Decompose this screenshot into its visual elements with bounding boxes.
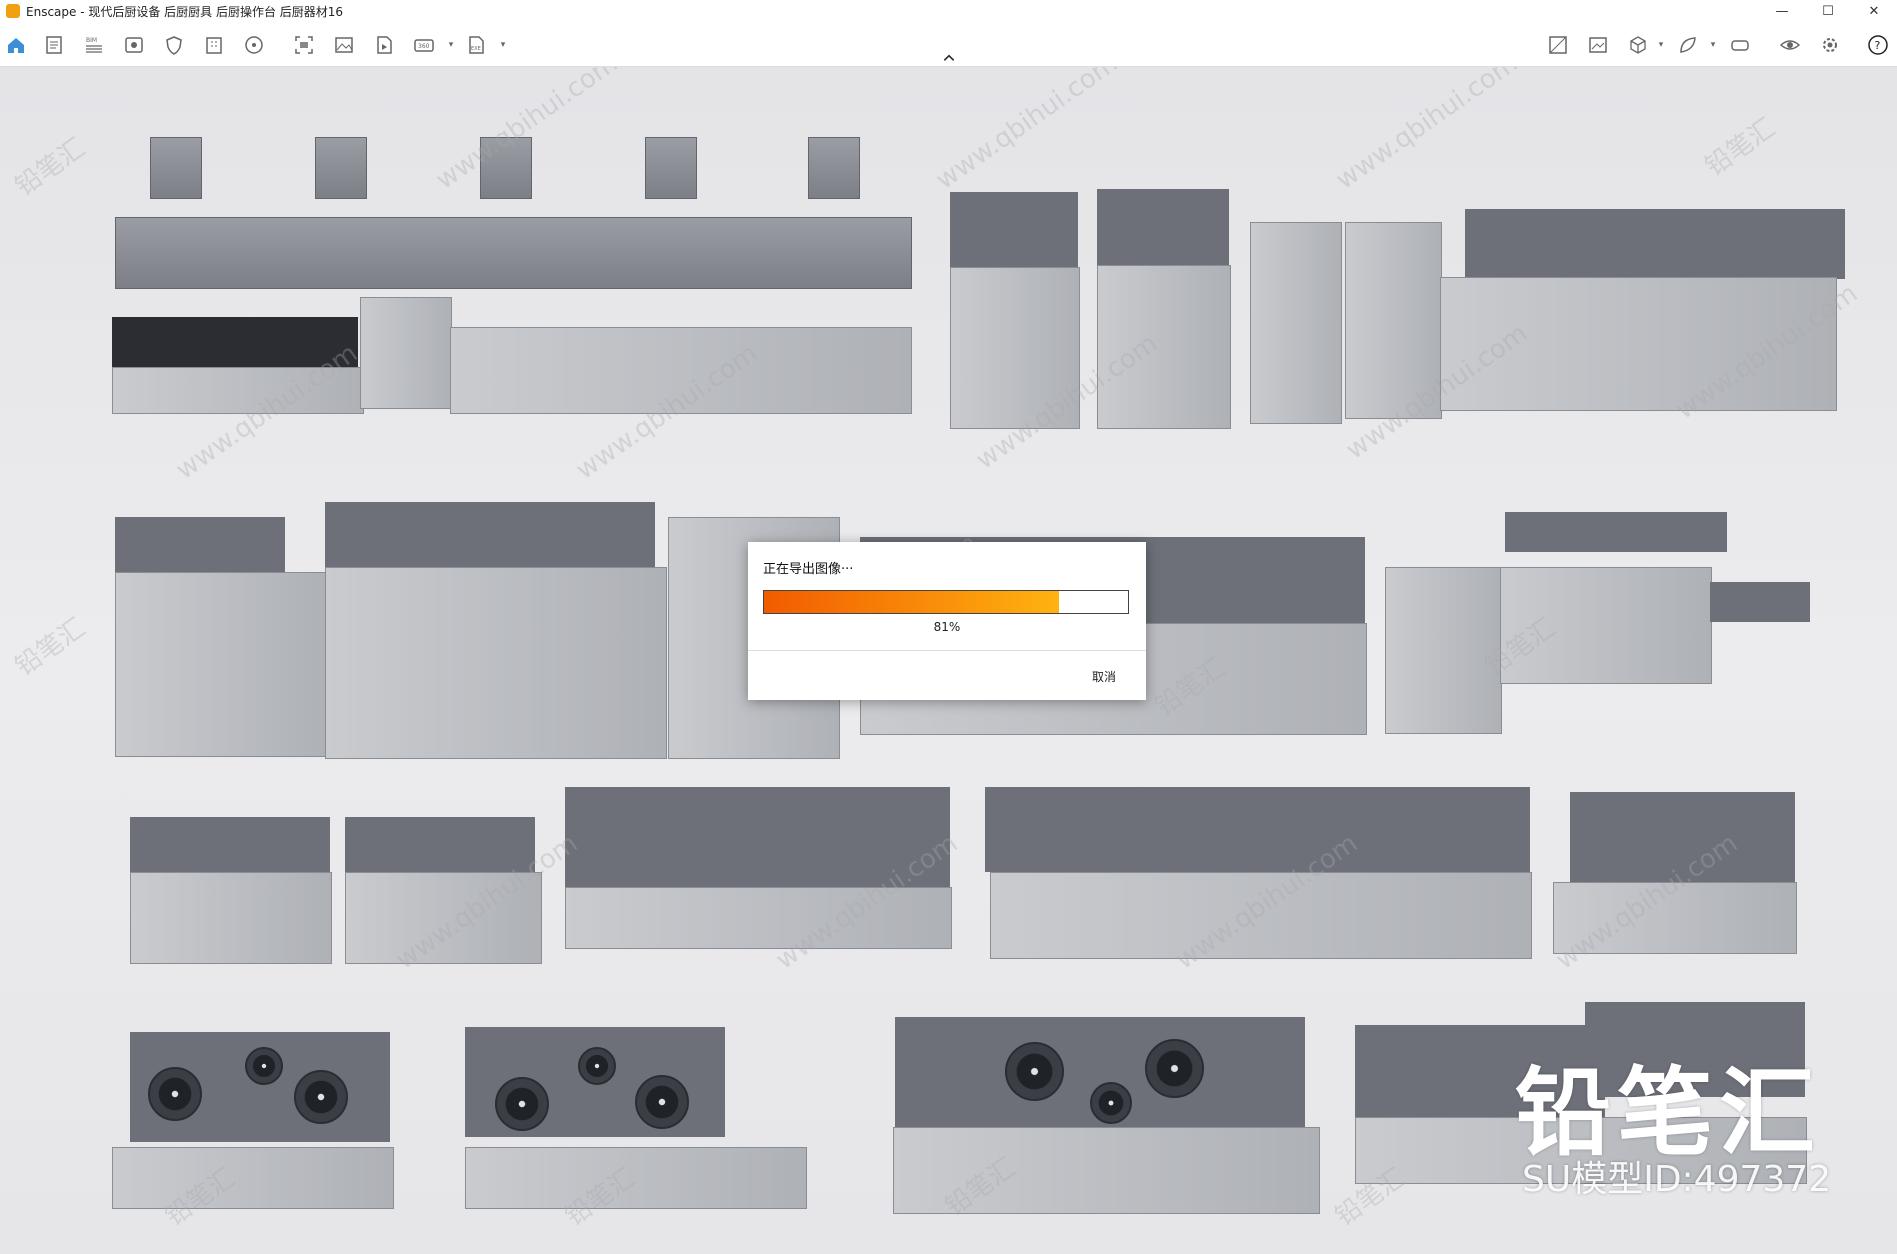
gas-burner (245, 1047, 283, 1085)
stock-pot-stand (360, 297, 452, 409)
exe-export-icon[interactable]: EXE (464, 34, 488, 56)
exhaust-duct (315, 137, 367, 199)
view-icon[interactable] (122, 34, 146, 56)
svg-text:BIM: BIM (86, 37, 97, 44)
video-icon[interactable] (372, 34, 396, 56)
food-warmer-counter (450, 327, 912, 414)
watermark-model-id: SU模型ID:497372 (1522, 1159, 1832, 1200)
title-bar: Enscape - 现代后厨设备 后厨厨具 后厨操作台 后厨器材16 — ☐ ✕ (0, 0, 1897, 22)
enscape-logo-icon (6, 4, 20, 18)
heated-cabinet (990, 872, 1532, 959)
work-table-frame (565, 887, 952, 949)
proofer-cabinet (1250, 222, 1342, 424)
chevron-down-icon[interactable]: ▾ (1708, 34, 1718, 56)
help-icon[interactable]: ? (1866, 34, 1890, 56)
screenshot-icon[interactable] (1586, 34, 1610, 56)
svg-text:?: ? (1875, 39, 1881, 52)
cooking-line-cabinet (112, 367, 364, 414)
building-icon[interactable] (202, 34, 226, 56)
watermark-text: 铅笔汇 (1699, 112, 1781, 183)
wok-burner (1005, 1042, 1064, 1101)
dish-rack-table (345, 872, 542, 964)
leaf-icon[interactable] (1676, 34, 1700, 56)
window-title: Enscape - 现代后厨设备 后厨厨具 后厨操作台 后厨器材16 (26, 4, 344, 19)
chevron-down-icon[interactable]: ▾ (1656, 34, 1666, 56)
export-progress-fill (764, 591, 1059, 613)
combi-oven-top (325, 502, 655, 572)
bim-icon[interactable]: BIM (82, 34, 106, 56)
export-progress-dialog: 正在导出图像··· 81% 取消 (748, 542, 1146, 700)
gas-burner (578, 1047, 616, 1085)
double-door-refrigerator (115, 572, 327, 757)
gas-burner (148, 1067, 202, 1121)
deck-oven (950, 267, 1080, 429)
chevron-down-icon[interactable]: ▾ (446, 34, 456, 56)
cancel-button[interactable]: 取消 (1092, 668, 1116, 685)
watermark-text: 铅笔汇 (9, 612, 91, 683)
oven-top (1097, 189, 1229, 269)
exhaust-duct (480, 137, 532, 199)
fridge-top (115, 517, 285, 577)
eye-icon[interactable] (1778, 34, 1802, 56)
wok-range-base (893, 1127, 1320, 1214)
shield-icon[interactable] (162, 34, 186, 56)
range-hood (115, 217, 912, 289)
export-progress-percent: 81% (933, 620, 961, 634)
work-table-top (345, 817, 535, 872)
export-progress-bar (763, 590, 1129, 614)
watermark-text: www.qbihui.com (930, 67, 1124, 196)
image-icon[interactable] (332, 34, 356, 56)
steamer-top (1465, 209, 1845, 279)
map-icon[interactable] (1546, 34, 1570, 56)
vr-headset-icon[interactable] (1728, 34, 1752, 56)
document-icon[interactable] (42, 34, 66, 56)
export-status-label: 正在导出图像··· (763, 562, 854, 577)
work-table-top (565, 787, 950, 887)
fryer-top (1570, 792, 1795, 887)
deep-fryer (1553, 882, 1797, 954)
overshelf (1505, 512, 1727, 552)
deck-oven (1097, 265, 1231, 429)
panorama-360-icon[interactable]: 360 (412, 34, 436, 56)
dialog-divider (748, 650, 1146, 651)
work-table-top (130, 817, 330, 872)
atom-icon[interactable] (242, 34, 266, 56)
wok-burner (1145, 1039, 1204, 1098)
collapse-toolbar-chevron-icon[interactable] (940, 52, 958, 64)
side-table (1710, 582, 1810, 622)
exhaust-duct (150, 137, 202, 199)
dish-rack-table (130, 872, 332, 964)
cube-icon[interactable] (1626, 34, 1650, 56)
minimize-button[interactable]: — (1759, 0, 1805, 22)
gas-burner (294, 1070, 348, 1124)
stock-pot-stand (1385, 567, 1502, 734)
griddle-surface (112, 317, 272, 367)
chevron-down-icon[interactable]: ▾ (498, 34, 508, 56)
svg-text:360: 360 (418, 43, 430, 50)
wok-burner (1090, 1082, 1132, 1124)
gas-range-base (112, 1147, 394, 1209)
capture-icon[interactable] (292, 34, 316, 56)
induction-cooktop (268, 317, 358, 367)
exhaust-duct (808, 137, 860, 199)
svg-text:EXE: EXE (471, 46, 481, 52)
watermark-text: www.qbihui.com (1330, 67, 1524, 196)
dough-mixer (1345, 222, 1442, 419)
close-button[interactable]: ✕ (1851, 0, 1897, 22)
home-icon[interactable] (4, 34, 28, 56)
exhaust-duct (645, 137, 697, 199)
hot-cabinet-top (985, 787, 1530, 872)
settings-icon[interactable] (1818, 34, 1842, 56)
gas-burner (635, 1075, 689, 1129)
gas-range-base (465, 1147, 807, 1209)
double-sink (1500, 567, 1712, 684)
rice-steamer-cabinet (1440, 277, 1837, 411)
gas-burner (495, 1077, 549, 1131)
watermark-text: 铅笔汇 (9, 132, 91, 203)
maximize-button[interactable]: ☐ (1805, 0, 1851, 22)
combi-oven-stack (325, 567, 667, 759)
oven-top (950, 192, 1078, 272)
